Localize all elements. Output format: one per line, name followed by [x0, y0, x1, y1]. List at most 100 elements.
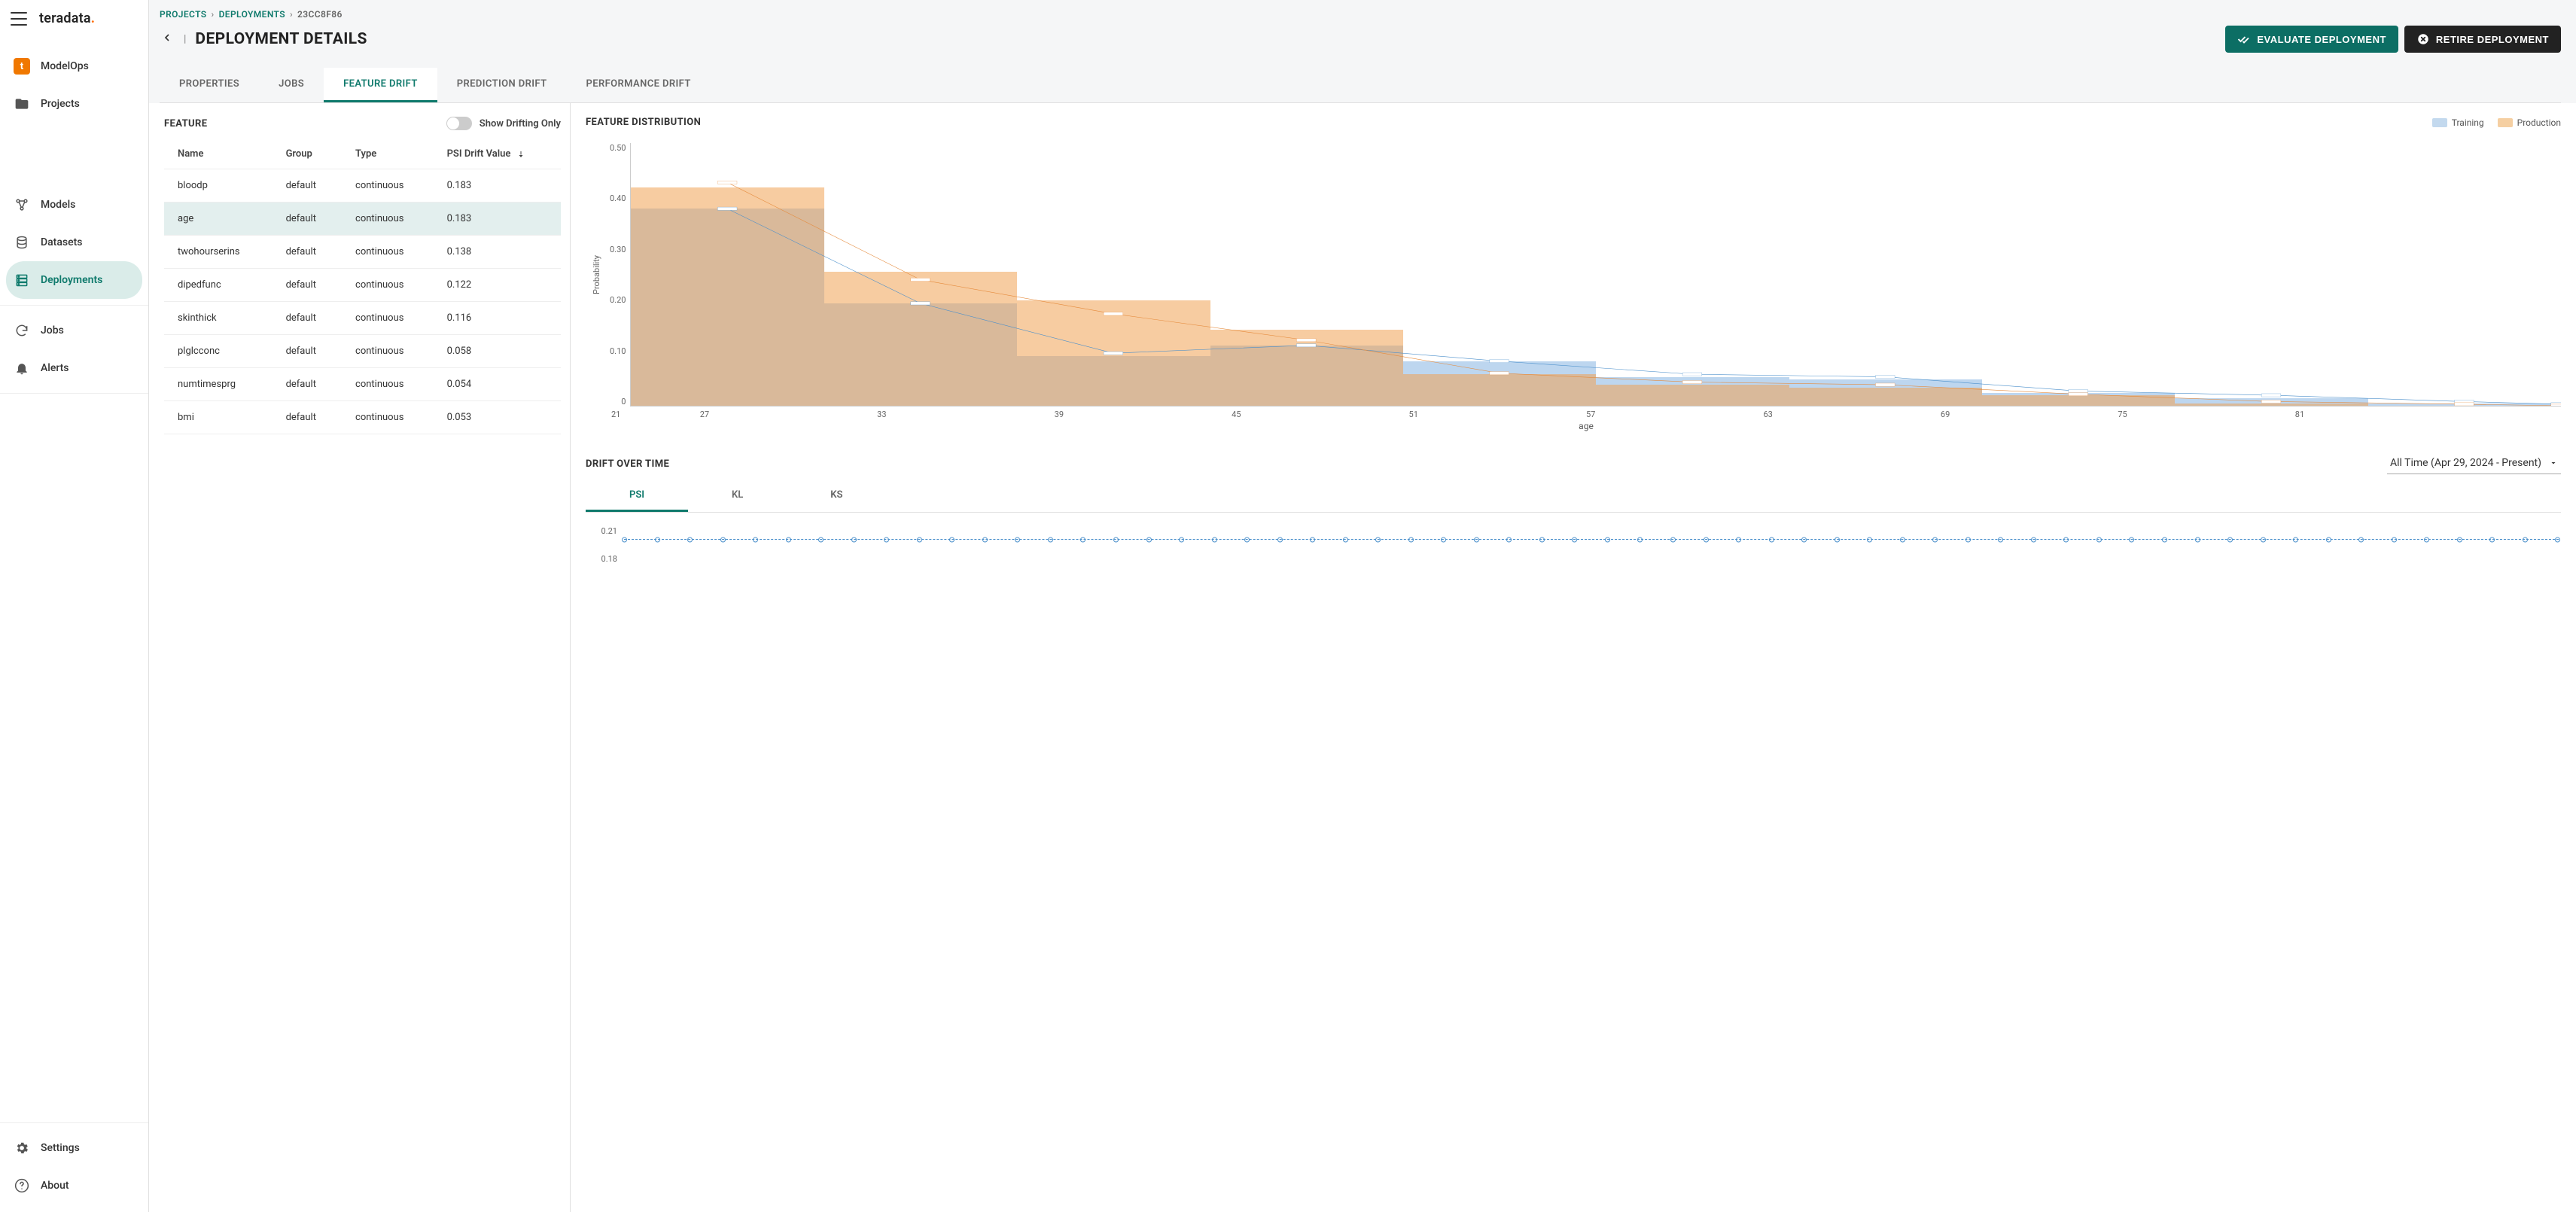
series-point [1310, 537, 1315, 542]
nav-label: Jobs [41, 324, 64, 336]
nav-label: Projects [41, 98, 80, 110]
title-separator: | [184, 33, 186, 45]
col-group[interactable]: Group [273, 139, 342, 169]
nav-datasets[interactable]: Datasets [6, 224, 142, 261]
series-point [1769, 537, 1774, 542]
series-point [1704, 537, 1709, 542]
retire-button[interactable]: RETIRE DEPLOYMENT [2404, 26, 2561, 53]
crumb-projects[interactable]: PROJECTS [160, 9, 207, 20]
series-point [2424, 537, 2429, 542]
bar-group [2368, 143, 2561, 406]
button-label: EVALUATE DEPLOYMENT [2257, 34, 2386, 45]
nav-settings[interactable]: Settings [6, 1129, 142, 1167]
nav-jobs[interactable]: Jobs [6, 312, 142, 349]
legend-swatch-training [2432, 118, 2447, 127]
series-point [2096, 537, 2102, 542]
nav-alerts[interactable]: Alerts [6, 349, 142, 387]
dot-tab-psi[interactable]: PSI [586, 480, 688, 512]
series-point [1637, 537, 1643, 542]
cell-name: plglcconc [164, 335, 273, 368]
bar-group [824, 143, 1017, 406]
nav-modelops[interactable]: t ModelOps [6, 47, 142, 85]
nav-projects[interactable]: Projects [6, 85, 142, 123]
nav-about[interactable]: About [6, 1167, 142, 1204]
time-range-select[interactable]: All Time (Apr 29, 2024 - Present) [2387, 454, 2561, 474]
series-point [1375, 537, 1381, 542]
series-point [720, 537, 726, 542]
nav-label: Datasets [41, 236, 82, 248]
nav: t ModelOps Projects Models Datasets [0, 47, 148, 400]
bar-production [824, 272, 1017, 406]
nav-models[interactable]: Models [6, 186, 142, 224]
series-point [1867, 537, 1872, 542]
bar-group [1017, 143, 1210, 406]
legend-label: Training [2452, 117, 2484, 128]
question-icon [14, 1177, 30, 1194]
cell-psi: 0.138 [434, 236, 561, 269]
series-point [2162, 537, 2167, 542]
tab-jobs[interactable]: JOBS [259, 68, 324, 102]
table-row[interactable]: dipedfuncdefaultcontinuous0.122 [164, 269, 561, 302]
evaluate-button[interactable]: EVALUATE DEPLOYMENT [2225, 26, 2398, 53]
cell-group: default [273, 269, 342, 302]
bell-icon [14, 360, 30, 376]
nav-label: ModelOps [41, 60, 89, 72]
cell-name: age [164, 203, 273, 236]
table-row[interactable]: numtimesprgdefaultcontinuous0.054 [164, 368, 561, 401]
tab-prediction-drift[interactable]: PREDICTION DRIFT [437, 68, 567, 102]
back-button[interactable] [160, 30, 175, 48]
server-icon [14, 272, 30, 288]
distribution-title: FEATURE DISTRIBUTION [586, 117, 701, 128]
cell-psi: 0.183 [434, 203, 561, 236]
legend: Training Production [2432, 117, 2561, 128]
table-row[interactable]: bmidefaultcontinuous0.053 [164, 401, 561, 434]
tab-properties[interactable]: PROPERTIES [160, 68, 259, 102]
table-row[interactable]: skinthickdefaultcontinuous0.116 [164, 302, 561, 335]
cell-group: default [273, 236, 342, 269]
col-type[interactable]: Type [342, 139, 434, 169]
check-all-icon [2237, 32, 2251, 46]
series-point [2326, 537, 2331, 542]
dot-yticks: 0.210.18 [586, 526, 622, 564]
dot-tab-ks[interactable]: KS [787, 480, 886, 512]
menu-icon[interactable] [11, 12, 27, 26]
col-name[interactable]: Name [164, 139, 273, 169]
tab-feature-drift[interactable]: FEATURE DRIFT [324, 68, 437, 102]
series-point [1408, 537, 1414, 542]
page-title: DEPLOYMENT DETAILS [195, 30, 367, 48]
legend-label: Production [2517, 117, 2561, 128]
show-drifting-toggle[interactable] [446, 117, 472, 130]
table-row[interactable]: twohourserinsdefaultcontinuous0.138 [164, 236, 561, 269]
series-point [1146, 537, 1152, 542]
chevron-right-icon: › [290, 9, 293, 20]
bar-group [1596, 143, 1789, 406]
series-point [622, 537, 627, 542]
series-point [1113, 537, 1119, 542]
table-row[interactable]: bloodpdefaultcontinuous0.183 [164, 169, 561, 203]
series-point [2031, 537, 2036, 542]
cell-type: continuous [342, 236, 434, 269]
series-point [2261, 537, 2266, 542]
table-row[interactable]: plglcconcdefaultcontinuous0.058 [164, 335, 561, 368]
col-psi[interactable]: PSI Drift Value [434, 139, 561, 169]
nav-label: Alerts [41, 362, 69, 374]
series-point [1670, 537, 1676, 542]
cell-group: default [273, 368, 342, 401]
nav-deployments[interactable]: Deployments [6, 261, 142, 299]
series-point [1998, 537, 2003, 542]
table-row[interactable]: agedefaultcontinuous0.183 [164, 203, 561, 236]
crumb-deployments[interactable]: DEPLOYMENTS [219, 9, 285, 20]
series-point [1572, 537, 1577, 542]
cell-name: bloodp [164, 169, 273, 203]
legend-swatch-production [2498, 118, 2513, 127]
workflow-icon [14, 196, 30, 213]
toggle-label: Show Drifting Only [480, 118, 561, 129]
tab-performance-drift[interactable]: PERFORMANCE DRIFT [566, 68, 710, 102]
dot-tab-kl[interactable]: KL [688, 480, 787, 512]
series-point [1474, 537, 1479, 542]
series-point [1048, 537, 1053, 542]
series-point [1965, 537, 1971, 542]
series-point [2555, 537, 2560, 542]
cell-psi: 0.116 [434, 302, 561, 335]
series-point [2129, 537, 2134, 542]
